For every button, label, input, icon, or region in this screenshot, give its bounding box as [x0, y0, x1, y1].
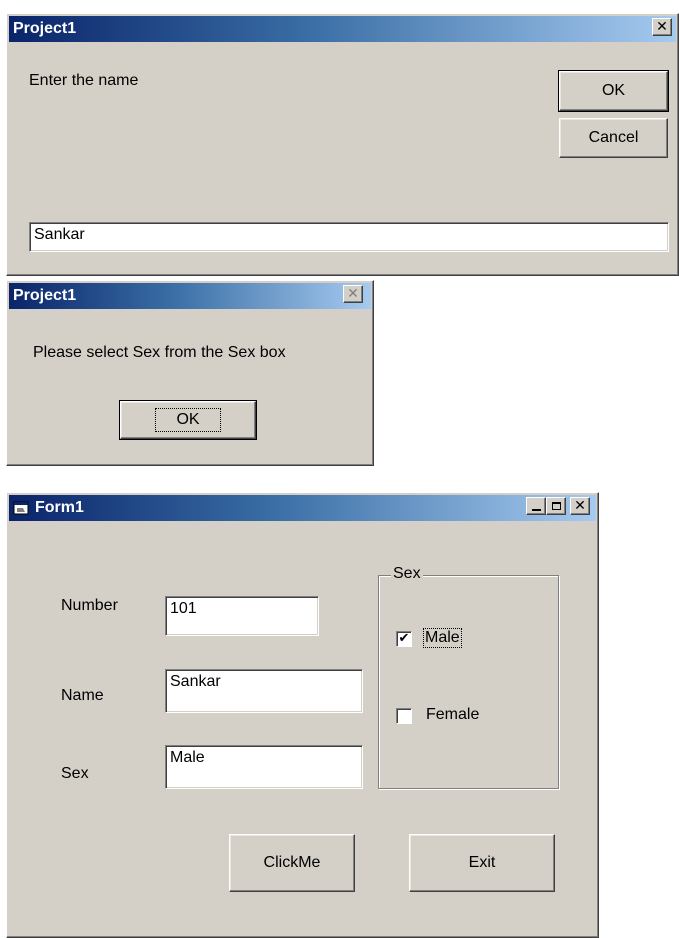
maximize-icon[interactable]: [546, 497, 566, 515]
female-label[interactable]: Female: [426, 706, 479, 724]
clickme-button[interactable]: ClickMe: [229, 834, 355, 892]
name-input[interactable]: Sankar: [29, 222, 669, 252]
input-dialog-titlebar[interactable]: Project1: [9, 16, 676, 42]
input-dialog: Project1 ✕ Enter the name OK Cancel Sank…: [6, 13, 679, 276]
close-icon[interactable]: ✕: [652, 18, 672, 36]
number-field[interactable]: 101: [165, 596, 319, 636]
form1-window: Form1 ✕ Number 101 Name Sankar Sex Male …: [6, 492, 599, 938]
sex-field[interactable]: Male: [165, 745, 363, 789]
number-label: Number: [61, 597, 118, 614]
male-checkbox[interactable]: ✔: [396, 631, 412, 647]
female-checkbox[interactable]: [396, 708, 412, 724]
sex-groupbox-legend: Sex: [391, 565, 423, 583]
minimize-icon[interactable]: [526, 497, 546, 515]
message-dialog: Project1 ✕ Please select Sex from the Se…: [6, 280, 374, 466]
name-label: Name: [61, 687, 104, 704]
message-text: Please select Sex from the Sex box: [33, 344, 286, 361]
message-dialog-titlebar[interactable]: Project1: [9, 283, 371, 309]
exit-button-label: Exit: [468, 854, 496, 871]
name-field[interactable]: Sankar: [165, 669, 363, 713]
cancel-button[interactable]: Cancel: [559, 118, 668, 158]
input-dialog-title: Project1: [13, 20, 77, 37]
checkmark-icon: ✔: [398, 631, 410, 646]
message-ok-label: OK: [155, 408, 221, 432]
cancel-button-label: Cancel: [588, 129, 639, 146]
sex-label: Sex: [61, 765, 89, 782]
form-app-icon: [13, 501, 29, 515]
ok-button[interactable]: OK: [558, 70, 669, 112]
close-icon[interactable]: ✕: [343, 285, 363, 303]
clickme-button-label: ClickMe: [263, 854, 321, 871]
male-label[interactable]: Male: [423, 628, 462, 648]
exit-button[interactable]: Exit: [409, 834, 555, 892]
message-ok-button[interactable]: OK: [119, 400, 257, 440]
ok-button-label: OK: [601, 82, 626, 99]
form1-titlebar[interactable]: Form1: [9, 495, 596, 521]
input-dialog-prompt: Enter the name: [29, 72, 139, 89]
close-icon[interactable]: ✕: [570, 497, 590, 515]
message-dialog-title: Project1: [13, 287, 77, 304]
form1-title: Form1: [35, 499, 84, 516]
sex-groupbox: Sex ✔ Male Female: [378, 565, 559, 789]
